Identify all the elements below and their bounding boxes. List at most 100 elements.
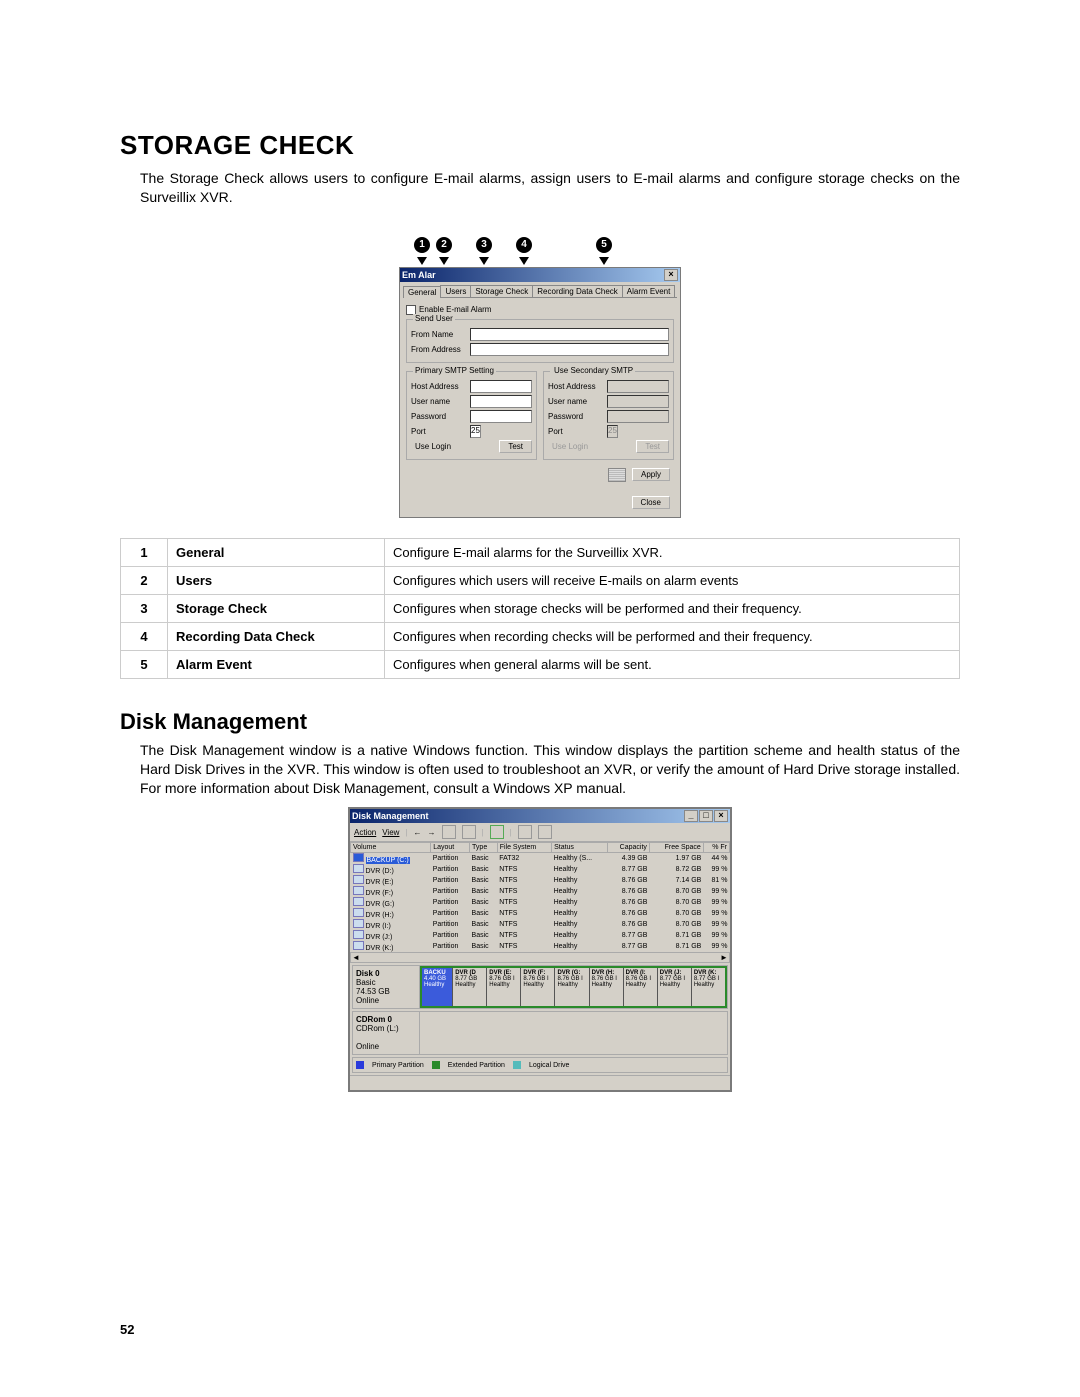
maximize-icon[interactable]: □ (699, 810, 713, 822)
cdrom-empty (420, 1012, 727, 1054)
tab-general[interactable]: General (403, 286, 441, 298)
s-user-label: User name (548, 397, 603, 406)
toolbar-icon[interactable] (442, 825, 456, 839)
legend-primary-label: Primary Partition (372, 1062, 424, 1069)
volume-row[interactable]: DVR (J:)PartitionBasicNTFSHealthy8.77 GB… (351, 930, 730, 941)
dialog-titlebar[interactable]: Em Alar × (400, 268, 680, 282)
keyboard-icon[interactable] (608, 468, 626, 482)
callout-3: 3 (476, 237, 492, 253)
section-title-storage: STORAGE CHECK (120, 130, 960, 161)
partition-block[interactable]: DVR (J:8.77 GB IHealthy (657, 968, 691, 1006)
col-fs[interactable]: File System (497, 843, 551, 853)
volume-row[interactable]: DVR (E:)PartitionBasicNTFSHealthy8.76 GB… (351, 875, 730, 886)
nav-back-icon[interactable]: ← (414, 828, 422, 837)
callout-1: 1 (414, 237, 430, 253)
table-row: 2UsersConfigures which users will receiv… (121, 566, 960, 594)
toolbar-icon[interactable] (538, 825, 552, 839)
callout-3-arrow (479, 257, 489, 265)
col-capacity[interactable]: Capacity (607, 843, 649, 853)
col-volume[interactable]: Volume (351, 843, 431, 853)
col-layout[interactable]: Layout (431, 843, 470, 853)
volume-row[interactable]: DVR (G:)PartitionBasicNTFSHealthy8.76 GB… (351, 897, 730, 908)
partition-block[interactable]: DVR (K:8.77 GB IHealthy (691, 968, 725, 1006)
primary-smtp-label: Primary SMTP Setting (413, 366, 496, 375)
volume-icon (353, 864, 364, 873)
menu-action[interactable]: Action (354, 828, 376, 837)
h-scrollbar[interactable]: ◄► (350, 952, 730, 963)
p-test-button[interactable]: Test (499, 440, 532, 453)
partition-block[interactable]: DVR (E:8.76 GB IHealthy (486, 968, 520, 1006)
minimize-icon[interactable]: _ (684, 810, 698, 822)
tab-alarm-event[interactable]: Alarm Event (622, 285, 676, 297)
tab-users[interactable]: Users (440, 285, 471, 297)
s-test-button: Test (636, 440, 669, 453)
col-pct[interactable]: % Fr (703, 843, 729, 853)
close-button[interactable]: Close (632, 496, 670, 509)
tab-strip: General Users Storage Check Recording Da… (403, 285, 677, 298)
refresh-icon[interactable] (518, 825, 532, 839)
scroll-left-icon[interactable]: ◄ (351, 953, 361, 962)
close-icon[interactable]: × (714, 810, 728, 822)
secondary-smtp-checkbox[interactable]: Use Secondary SMTP (550, 366, 635, 375)
tab-storage-check[interactable]: Storage Check (470, 285, 533, 297)
callout-4: 4 (516, 237, 532, 253)
close-icon[interactable]: × (664, 269, 678, 281)
partition-block[interactable]: DVR (H:8.76 GB IHealthy (589, 968, 623, 1006)
partition-block[interactable]: DVR (I:8.76 GB IHealthy (623, 968, 657, 1006)
cdrom-info: CDRom 0 CDRom (L:) Online (353, 1012, 420, 1054)
s-host-label: Host Address (548, 382, 603, 391)
partition-block[interactable]: DVR (G:8.76 GB IHealthy (554, 968, 588, 1006)
volume-row[interactable]: DVR (D:)PartitionBasicNTFSHealthy8.77 GB… (351, 864, 730, 875)
legend-extended-icon (432, 1061, 440, 1069)
partition-block[interactable]: BACKU4.40 GBHealthy (422, 968, 452, 1006)
dm-legend: Primary Partition Extended Partition Log… (352, 1057, 728, 1073)
s-pass-field (607, 410, 669, 423)
page-number: 52 (120, 1322, 134, 1337)
volume-row[interactable]: DVR (I:)PartitionBasicNTFSHealthy8.76 GB… (351, 919, 730, 930)
apply-button[interactable]: Apply (632, 468, 670, 481)
volume-row[interactable]: BACKUP (C:)PartitionBasicFAT32Healthy (S… (351, 853, 730, 865)
volume-row[interactable]: DVR (K:)PartitionBasicNTFSHealthy8.77 GB… (351, 941, 730, 952)
col-status[interactable]: Status (552, 843, 608, 853)
disk0-partitions: BACKU4.40 GBHealthyDVR (D8.77 GBHealthyD… (420, 966, 727, 1008)
from-name-field[interactable] (470, 328, 669, 341)
secondary-smtp-label: Use Secondary SMTP (554, 366, 633, 375)
p-host-field[interactable] (470, 380, 532, 393)
volume-row[interactable]: DVR (F:)PartitionBasicNTFSHealthy8.76 GB… (351, 886, 730, 897)
nav-fwd-icon[interactable]: → (428, 828, 436, 837)
legend-primary-icon (356, 1061, 364, 1069)
legend-logical-icon (513, 1061, 521, 1069)
help-icon[interactable] (490, 825, 504, 839)
table-row: 3Storage CheckConfigures when storage ch… (121, 594, 960, 622)
dm-title: Disk Management (352, 811, 429, 821)
partition-block[interactable]: DVR (D8.77 GBHealthy (452, 968, 486, 1006)
menu-view[interactable]: View (382, 828, 399, 837)
cdrom-name: CDRom 0 (356, 1015, 392, 1024)
legend-logical-label: Logical Drive (529, 1062, 569, 1069)
feature-table: 1GeneralConfigure E-mail alarms for the … (120, 538, 960, 679)
volume-icon (353, 919, 364, 928)
col-free[interactable]: Free Space (649, 843, 703, 853)
partition-block[interactable]: DVR (F:8.76 GB IHealthy (520, 968, 554, 1006)
volume-icon (353, 853, 364, 862)
p-pass-field[interactable] (470, 410, 532, 423)
table-row: 5Alarm EventConfigures when general alar… (121, 650, 960, 678)
p-use-login-label: Use Login (415, 442, 451, 451)
from-address-field[interactable] (470, 343, 669, 356)
p-user-label: User name (411, 397, 466, 406)
tab-recording-data-check[interactable]: Recording Data Check (532, 285, 622, 297)
dm-titlebar[interactable]: Disk Management _ □ × (350, 809, 730, 823)
toolbar-icon[interactable] (462, 825, 476, 839)
disk-management-window: Disk Management _ □ × Action View | ← → … (348, 807, 732, 1092)
cdrom-panel: CDRom 0 CDRom (L:) Online (352, 1011, 728, 1055)
volume-icon (353, 897, 364, 906)
disk0-status: Online (356, 996, 379, 1005)
p-user-field[interactable] (470, 395, 532, 408)
p-port-field[interactable]: 25 (470, 425, 481, 438)
disk0-info: Disk 0 Basic 74.53 GB Online (353, 966, 420, 1008)
volume-row[interactable]: DVR (H:)PartitionBasicNTFSHealthy8.76 GB… (351, 908, 730, 919)
scroll-right-icon[interactable]: ► (719, 953, 729, 962)
secondary-smtp-group: Use Secondary SMTP Host Address User nam… (543, 371, 674, 460)
volume-icon (353, 886, 364, 895)
col-type[interactable]: Type (470, 843, 498, 853)
